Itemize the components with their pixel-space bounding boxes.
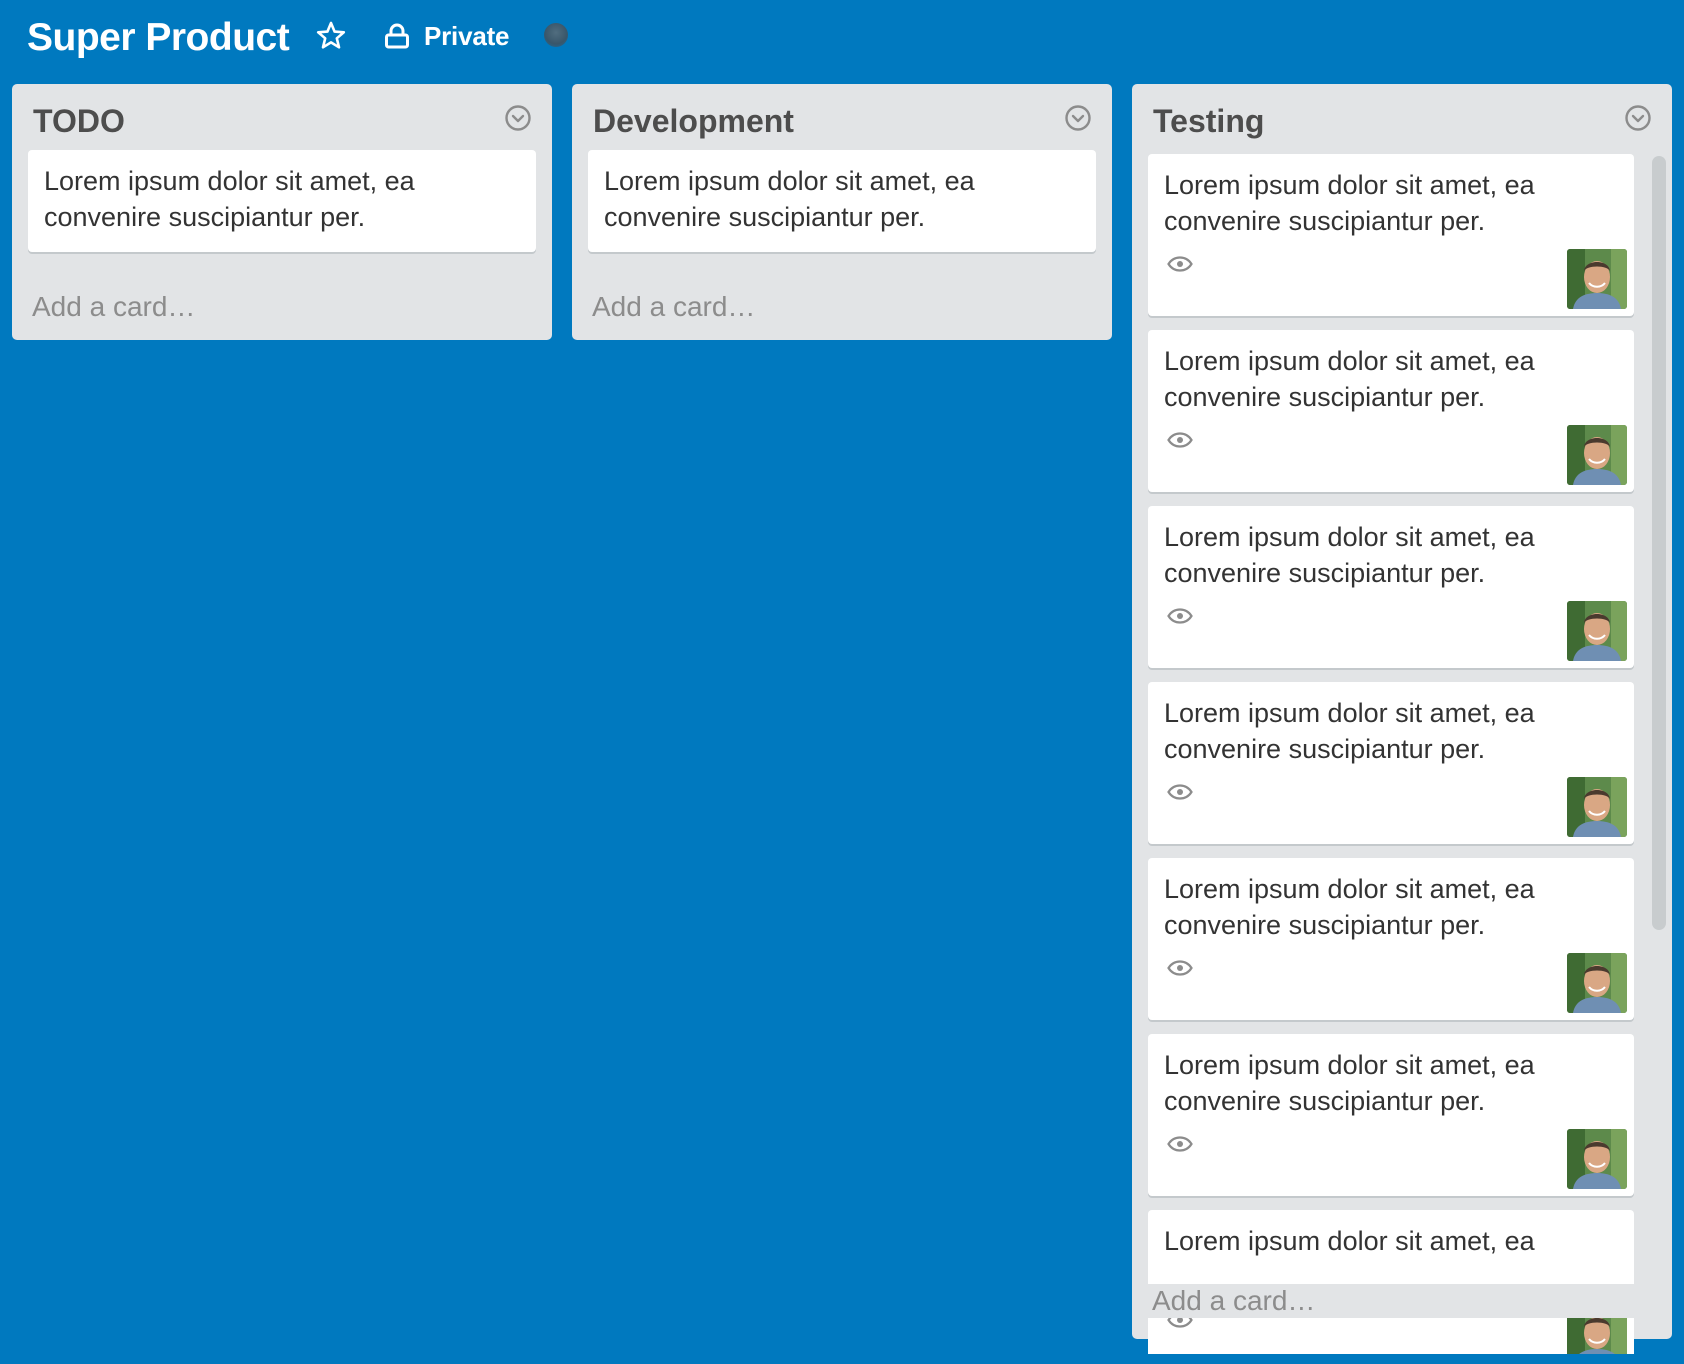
member-avatar[interactable] (1567, 1129, 1627, 1189)
card[interactable]: Lorem ipsum dolor sit amet, ea convenire… (28, 150, 536, 252)
card-list: Lorem ipsum dolor sit amet, ea convenire… (1132, 154, 1672, 1354)
card[interactable]: Lorem ipsum dolor sit amet, ea convenire… (1148, 1034, 1634, 1196)
card-title: Lorem ipsum dolor sit amet, ea convenire… (1164, 1050, 1535, 1116)
board-header: Super Product Private (0, 0, 1684, 76)
eye-icon (1167, 1136, 1193, 1152)
card-title: Lorem ipsum dolor sit amet, ea convenire… (1164, 346, 1535, 412)
card-title: Lorem ipsum dolor sit amet, ea convenire… (44, 166, 415, 232)
card-list: Lorem ipsum dolor sit amet, ea convenire… (572, 150, 1112, 252)
card-title: Lorem ipsum dolor sit amet, ea convenire… (1164, 698, 1535, 764)
card-title: Lorem ipsum dolor sit amet, ea convenire… (1164, 874, 1535, 940)
card[interactable]: Lorem ipsum dolor sit amet, ea convenire… (1148, 330, 1634, 492)
member-avatar[interactable] (1567, 249, 1627, 309)
list-header: Development (572, 84, 1112, 150)
list-testing: Testing Lorem ipsum dolor sit amet, ea c… (1132, 84, 1672, 1354)
card[interactable]: Lorem ipsum dolor sit amet, ea convenire… (1148, 682, 1634, 844)
member-avatar[interactable] (1567, 777, 1627, 837)
card-list: Lorem ipsum dolor sit amet, ea convenire… (12, 150, 552, 252)
eye-icon (1167, 608, 1193, 624)
add-card-link[interactable]: Add a card… (12, 290, 215, 324)
board-title[interactable]: Super Product (27, 14, 290, 62)
add-card-link[interactable]: Add a card… (572, 290, 775, 324)
card-title: Lorem ipsum dolor sit amet, ea (1164, 1226, 1535, 1256)
card-title: Lorem ipsum dolor sit amet, ea convenire… (604, 166, 975, 232)
card-title: Lorem ipsum dolor sit amet, ea convenire… (1164, 522, 1535, 588)
list-menu-chevron-down-icon[interactable] (504, 104, 532, 132)
lock-icon (385, 23, 409, 49)
list-header: Testing (1132, 84, 1672, 150)
eye-icon (1167, 432, 1193, 448)
list-menu-chevron-down-icon[interactable] (1624, 104, 1652, 132)
card[interactable]: Lorem ipsum dolor sit amet, ea convenire… (1148, 858, 1634, 1020)
star-icon[interactable] (315, 20, 347, 52)
eye-icon (1167, 256, 1193, 272)
add-card-link[interactable]: Add a card… (1132, 1284, 1672, 1318)
list-title[interactable]: TODO (33, 102, 125, 140)
list-title[interactable]: Development (593, 102, 794, 140)
card[interactable]: Lorem ipsum dolor sit amet, ea (1148, 1210, 1634, 1354)
member-avatar[interactable] (1567, 953, 1627, 1013)
card[interactable]: Lorem ipsum dolor sit amet, ea convenire… (1148, 154, 1634, 316)
card-list-viewport[interactable]: Lorem ipsum dolor sit amet, ea convenire… (1132, 154, 1672, 1354)
member-avatar[interactable] (1567, 601, 1627, 661)
card[interactable]: Lorem ipsum dolor sit amet, ea convenire… (588, 150, 1096, 252)
visibility-label: Private (424, 20, 510, 51)
eye-icon (1167, 960, 1193, 976)
card[interactable]: Lorem ipsum dolor sit amet, ea convenire… (1148, 506, 1634, 668)
list-menu-chevron-down-icon[interactable] (1064, 104, 1092, 132)
list-todo: TODO Lorem ipsum dolor sit amet, ea conv… (12, 84, 552, 340)
member-avatar[interactable] (1567, 425, 1627, 485)
member-avatar-icon[interactable] (544, 23, 568, 47)
list-header: TODO (12, 84, 552, 150)
visibility-button[interactable]: Private (384, 18, 510, 54)
eye-icon (1167, 784, 1193, 800)
list-title[interactable]: Testing (1153, 102, 1264, 140)
card-title: Lorem ipsum dolor sit amet, ea convenire… (1164, 170, 1535, 236)
list-development: Development Lorem ipsum dolor sit amet, … (572, 84, 1112, 340)
list-scrollbar[interactable] (1652, 156, 1666, 930)
